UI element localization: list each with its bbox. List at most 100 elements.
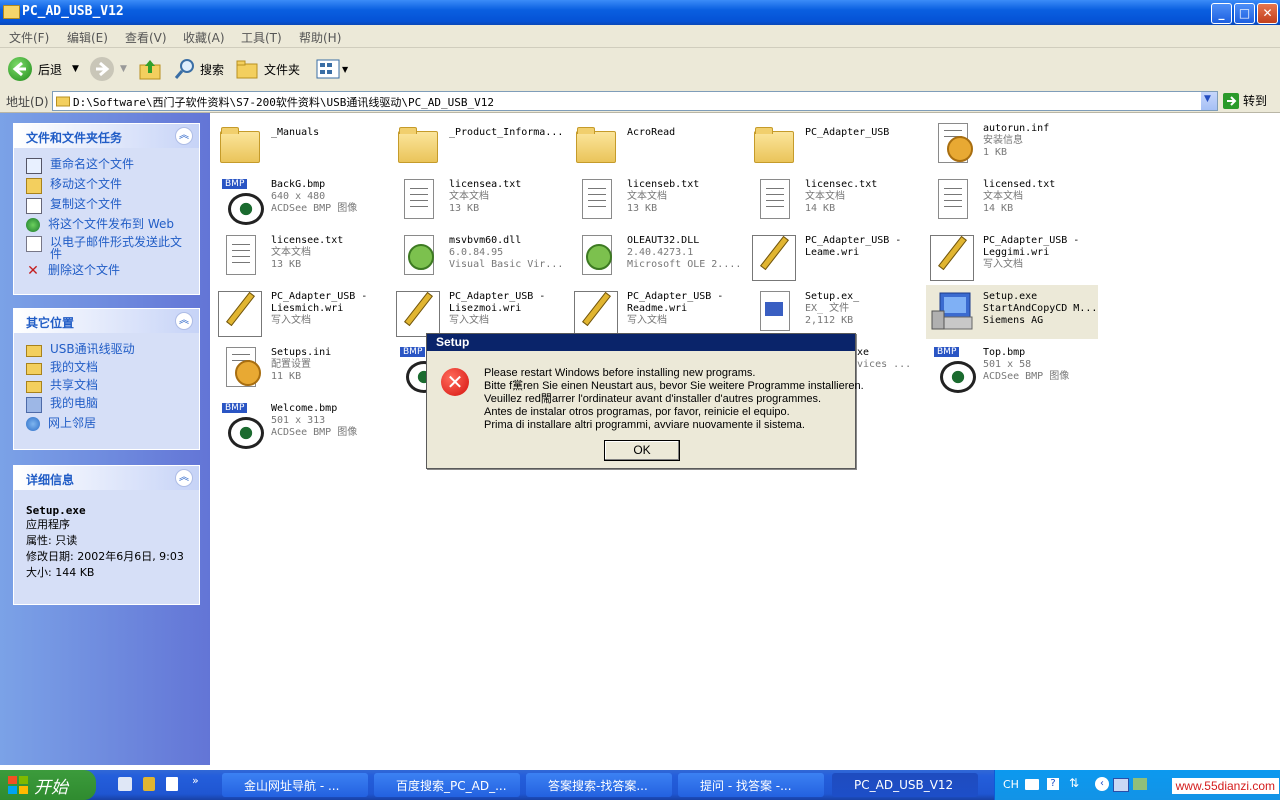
computer-icon (26, 397, 42, 413)
menu-view[interactable]: 查看(V) (125, 29, 167, 46)
forward-button[interactable]: ▼ (90, 56, 127, 82)
collapse-icon[interactable]: ︽ (175, 127, 193, 145)
search-label: 搜索 (200, 62, 225, 77)
taskbar-button-active[interactable]: PC_AD_USB_V12 (832, 773, 978, 797)
file-version: 2.40.4273.1 (627, 247, 694, 258)
file-item[interactable]: _Manuals (214, 117, 392, 171)
file-item[interactable]: PC_Adapter_USB - Liesmich.wri 写入文档 (214, 285, 392, 339)
quicklaunch-ie-icon[interactable] (118, 777, 132, 791)
quicklaunch-app-icon[interactable] (143, 777, 155, 791)
place-network[interactable]: 网上邻居 (26, 417, 191, 431)
views-button[interactable]: ▼ (316, 56, 348, 82)
file-name: licensee.txt (271, 235, 344, 246)
move-icon (26, 178, 42, 194)
menu-favorites[interactable]: 收藏(A) (183, 29, 225, 46)
language-indicator[interactable]: CH (1003, 778, 1019, 791)
file-item[interactable]: PC_Adapter_USB - Leggimi.wri 写入文档 (926, 229, 1104, 283)
file-name: PC_Adapter_USB - (271, 291, 368, 302)
file-item[interactable]: Setup.ex_ EX_ 文件 2,112 KB (748, 285, 926, 339)
email-task[interactable]: 以电子邮件形式发送此文件 (26, 236, 191, 260)
volume-tray-icon[interactable] (1133, 778, 1147, 790)
chevron-down-icon[interactable]: ▼ (342, 65, 348, 74)
file-name: PC_Adapter_USB - (805, 235, 902, 246)
file-item[interactable]: msvbvm60.dll 6.0.84.95 Visual Basic Vir... (392, 229, 570, 283)
file-item[interactable]: licensec.txt 文本文档 14 KB (748, 173, 926, 227)
collapse-icon[interactable]: ︽ (175, 312, 193, 330)
start-button[interactable]: 开始 (0, 770, 96, 800)
file-type: 写入文档 (627, 315, 667, 326)
folders-button[interactable]: 文件夹 (236, 56, 300, 82)
rename-task[interactable]: 重命名这个文件 (26, 158, 191, 174)
address-path: D:\Software\西门子软件资料\S7-200软件资料\USB通讯线驱动\… (73, 96, 495, 109)
menu-help[interactable]: 帮助(H) (299, 29, 341, 46)
file-item[interactable]: licensea.txt 文本文档 13 KB (392, 173, 570, 227)
keyboard-icon[interactable] (1025, 779, 1039, 790)
maximize-button[interactable]: □ (1234, 3, 1255, 24)
panel-header[interactable]: 文件和文件夹任务 ︽ (14, 124, 199, 148)
chevron-down-icon[interactable]: ▼ (72, 64, 79, 74)
place-my-documents[interactable]: 我的文档 (26, 361, 191, 375)
show-hidden-icons[interactable]: ‹ (1095, 777, 1109, 791)
tray-arrow-icon[interactable]: ⇅ (1069, 776, 1079, 790)
address-dropdown-button[interactable]: ▼ (1201, 92, 1217, 110)
chevron-down-icon[interactable]: ▼ (120, 64, 127, 74)
file-item[interactable]: AcroRead (570, 117, 748, 171)
taskbar-button[interactable]: 百度搜索_PC_AD_... (374, 773, 520, 797)
file-item[interactable]: licenseb.txt 文本文档 13 KB (570, 173, 748, 227)
bmp-image-icon: BMP (218, 403, 264, 449)
ok-button[interactable]: OK (604, 440, 680, 461)
file-item[interactable]: _Product_Informa... (392, 117, 570, 171)
file-item[interactable]: PC_Adapter_USB - Lisezmoi.wri 写入文档 (392, 285, 570, 339)
minimize-button[interactable]: _ (1211, 3, 1232, 24)
file-name-cont: Lisezmoi.wri (449, 303, 522, 314)
file-item[interactable]: licensed.txt 文本文档 14 KB (926, 173, 1104, 227)
taskbar-button[interactable]: 金山网址导航 - ... (222, 773, 368, 797)
quicklaunch-doc-icon[interactable] (166, 777, 178, 791)
file-dimensions: 640 x 480 (271, 191, 326, 202)
file-item[interactable]: BMP Welcome.bmp 501 x 313 ACDSee BMP 图像 (214, 397, 392, 451)
file-item[interactable]: PC_Adapter_USB - Readme.wri 写入文档 (570, 285, 748, 339)
move-task[interactable]: 移动这个文件 (26, 178, 191, 194)
network-tray-icon[interactable] (1113, 778, 1129, 792)
help-icon[interactable]: ? (1047, 778, 1059, 790)
menu-edit[interactable]: 编辑(E) (67, 29, 108, 46)
place-usb-driver[interactable]: USB通讯线驱动 (26, 343, 191, 357)
file-description: Visual Basic Vir... (449, 259, 564, 270)
folder-icon (754, 127, 794, 163)
file-item[interactable]: BMP Top.bmp 501 x 58 ACDSee BMP 图像 (926, 341, 1104, 395)
file-item[interactable]: OLEAUT32.DLL 2.40.4273.1 Microsoft OLE 2..… (570, 229, 748, 283)
task-label: 将这个文件发布到 Web (48, 217, 174, 231)
place-my-computer[interactable]: 我的电脑 (26, 397, 191, 413)
back-button[interactable]: 后退 ▼ (8, 56, 79, 82)
file-item[interactable]: licensee.txt 文本文档 13 KB (214, 229, 392, 283)
message-line: Veuillez red閙arrer l'ordinateur avant d'… (484, 393, 822, 405)
panel-header[interactable]: 详细信息 ︽ (14, 466, 199, 490)
quicklaunch-more-icon[interactable]: » (192, 774, 199, 787)
taskbar-button[interactable]: 提问 - 找答案 -... (678, 773, 824, 797)
file-item[interactable]: autorun.inf 安装信息 1 KB (926, 117, 1104, 171)
file-type: 文本文档 (271, 247, 311, 258)
copy-task[interactable]: 复制这个文件 (26, 198, 191, 214)
panel-header[interactable]: 其它位置 ︽ (14, 309, 199, 333)
file-item-selected[interactable]: Setup.exe StartAndCopyCD M... Siemens AG (926, 285, 1098, 339)
search-button[interactable]: 搜索 (174, 56, 224, 82)
file-item[interactable]: Setups.ini 配置设置 11 KB (214, 341, 392, 395)
up-folder-button[interactable] (138, 56, 162, 82)
task-label: 以电子邮件形式发送此文件 (50, 235, 183, 261)
write-document-icon (930, 235, 974, 281)
file-item[interactable]: BMP BackG.bmp 640 x 480 ACDSee BMP 图像 (214, 173, 392, 227)
file-item[interactable]: PC_Adapter_USB (748, 117, 926, 171)
address-input[interactable]: D:\Software\西门子软件资料\S7-200软件资料\USB通讯线驱动\… (52, 91, 1218, 111)
place-label: USB通讯线驱动 (50, 342, 135, 356)
menu-file[interactable]: 文件(F) (9, 29, 49, 46)
publish-web-task[interactable]: 将这个文件发布到 Web (26, 218, 191, 232)
close-button[interactable]: ✕ (1257, 3, 1278, 24)
menu-tools[interactable]: 工具(T) (241, 29, 282, 46)
delete-task[interactable]: ✕ 删除这个文件 (26, 264, 191, 278)
go-button[interactable]: 转到 (1223, 92, 1267, 109)
write-document-icon (396, 291, 440, 337)
collapse-icon[interactable]: ︽ (175, 469, 193, 487)
file-item[interactable]: PC_Adapter_USB - Leame.wri (748, 229, 926, 283)
place-shared-documents[interactable]: 共享文档 (26, 379, 191, 393)
taskbar-button[interactable]: 答案搜索-找答案... (526, 773, 672, 797)
